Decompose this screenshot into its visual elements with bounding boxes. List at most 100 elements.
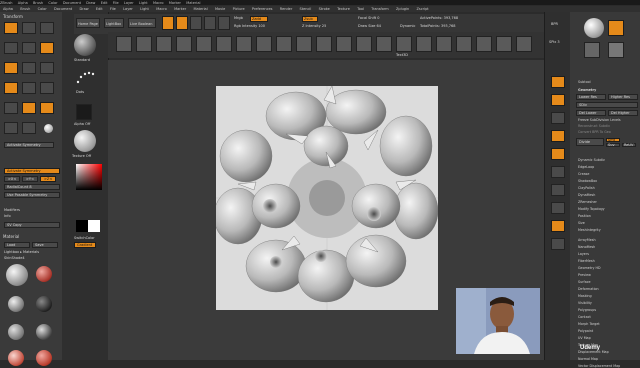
brush-slot-4-icon[interactable] <box>176 36 192 52</box>
brush-slot-5-icon[interactable] <box>196 36 212 52</box>
brush-slot-21-icon[interactable] <box>516 36 532 52</box>
use-posable-button[interactable]: Use Posable Symmetry <box>4 192 60 198</box>
transform-header[interactable]: Transform <box>3 14 23 19</box>
menu-2-render[interactable]: Render <box>280 6 292 12</box>
z-intensity-slider[interactable]: Z Intensity 25 <box>302 24 326 28</box>
snapshot-icon[interactable] <box>22 122 36 134</box>
convert-bpr-button[interactable]: Convert BPR To Geo <box>578 130 611 134</box>
material-matcapgray-thumb[interactable] <box>8 324 24 340</box>
floor-icon[interactable] <box>4 62 18 74</box>
higher-res-button[interactable]: Higher Res <box>608 94 638 100</box>
secondary-color-swatch[interactable] <box>88 220 100 232</box>
polyf-icon[interactable] <box>40 82 54 94</box>
lightbox-button[interactable]: LightBox <box>104 18 124 28</box>
material-current-icon[interactable] <box>74 130 96 152</box>
tool-sphere-thumb[interactable] <box>584 18 604 38</box>
lsym-icon[interactable] <box>4 42 18 54</box>
menu-surface[interactable]: Surface <box>578 280 591 284</box>
zadd-button[interactable]: Zadd <box>250 16 268 22</box>
sym-y-toggle[interactable]: >Y< <box>22 176 38 182</box>
rgb-intensity-slider[interactable]: Rgb Intensity 100 <box>234 24 265 28</box>
brush-slot-8-icon[interactable] <box>256 36 272 52</box>
brush-slot-2-icon[interactable] <box>136 36 152 52</box>
simplebrush-icon[interactable] <box>608 20 624 36</box>
menu-shadowbox[interactable]: ShadowBox <box>578 179 597 183</box>
menu-normal-map[interactable]: Normal Map <box>578 357 598 361</box>
reconstruct-subdiv-button[interactable]: Reconstruct Subdiv <box>578 124 610 128</box>
floor-button[interactable] <box>551 166 565 178</box>
menu-2-light[interactable]: Light <box>140 6 149 12</box>
geometry-header[interactable]: Geometry <box>578 88 596 92</box>
menu-crease[interactable]: Crease <box>578 172 589 176</box>
menu-2-layer[interactable]: Layer <box>123 6 133 12</box>
radial-count-slider[interactable]: RadialCount 8 <box>4 184 60 190</box>
brush-slot-20-icon[interactable] <box>496 36 512 52</box>
ghost-icon[interactable] <box>22 102 36 114</box>
focal-shift-slider[interactable]: Focal Shift 0 <box>358 16 379 20</box>
spix-label[interactable]: SPix 3 <box>549 40 560 44</box>
primary-color-swatch[interactable] <box>76 220 88 232</box>
move-button[interactable] <box>190 16 202 30</box>
smt-toggle[interactable]: Smt <box>606 138 620 142</box>
local-icon[interactable] <box>22 22 36 34</box>
menu-dynamesh[interactable]: DynaMesh <box>578 193 595 197</box>
home-page-button[interactable]: Home Page <box>76 18 100 28</box>
material-sphereenv-thumb[interactable] <box>36 324 52 340</box>
dynamic-toggle[interactable]: Dynamic <box>400 24 415 28</box>
menu-edgeloop[interactable]: EdgeLoop <box>578 165 594 169</box>
bpr-label[interactable]: BPR <box>551 22 558 26</box>
aahalf-button[interactable] <box>551 130 565 142</box>
sphere-icon[interactable] <box>44 124 53 133</box>
rotate-icon[interactable] <box>22 82 36 94</box>
brush-slot-16-icon[interactable] <box>416 36 432 52</box>
menu-zremesher[interactable]: ZRemesher <box>578 200 597 204</box>
material-save-button[interactable]: Save <box>32 242 58 248</box>
menu-2-preferences[interactable]: Preferences <box>252 6 273 12</box>
brush-slot-17-icon[interactable] <box>436 36 452 52</box>
menu-contact[interactable]: Contact <box>578 315 591 319</box>
frame-button[interactable] <box>551 202 565 214</box>
text3d-icon[interactable] <box>396 36 412 52</box>
xyz-icon[interactable] <box>22 42 36 54</box>
rotate-button[interactable] <box>218 16 230 30</box>
menu-masking[interactable]: Masking <box>578 294 592 298</box>
alpha-off-icon[interactable] <box>76 104 92 120</box>
brush-slot-12-icon[interactable] <box>336 36 352 52</box>
menu-preview[interactable]: Preview <box>578 273 591 277</box>
menu-2-texture[interactable]: Texture <box>337 6 350 12</box>
menu-fibermesh[interactable]: FiberMesh <box>578 259 595 263</box>
brush-slot-7-icon[interactable] <box>236 36 252 52</box>
frame-icon[interactable] <box>22 62 36 74</box>
scale-view-button[interactable] <box>551 238 565 250</box>
menu-position[interactable]: Position <box>578 214 591 218</box>
brush-slot-3-icon[interactable] <box>156 36 172 52</box>
menu-2-tool[interactable]: Tool <box>357 6 364 12</box>
tool-thumb-2[interactable] <box>608 42 624 58</box>
brush-slot-14-icon[interactable] <box>376 36 392 52</box>
brush-slot-9-icon[interactable] <box>276 36 292 52</box>
menu-meshintegrity[interactable]: MeshIntegrity <box>578 228 601 232</box>
menu-2-marker[interactable]: Marker <box>174 6 186 12</box>
divide-button[interactable]: Divide <box>576 138 604 146</box>
menu-geometry-hd[interactable]: Geometry HD <box>578 266 601 270</box>
brush-slot-10-icon[interactable] <box>296 36 312 52</box>
material-normalrgb-thumb[interactable] <box>8 350 24 366</box>
sv-copy-button[interactable]: SV Copy <box>4 222 60 228</box>
modifiers-label[interactable]: Modifiers <box>4 208 20 212</box>
mrgb-label[interactable]: Mrgb <box>234 16 243 20</box>
menu-visibility[interactable]: Visibility <box>578 301 592 305</box>
transp-icon[interactable] <box>4 102 18 114</box>
gradient-button[interactable]: Gradient <box>74 242 96 248</box>
menu-2-stroke[interactable]: Stroke <box>319 6 330 12</box>
menu-dynamic-subdiv[interactable]: Dynamic Subdiv <box>578 158 605 162</box>
brush-standard-icon[interactable] <box>74 34 96 56</box>
del-lower-button[interactable]: Del Lower <box>576 110 606 116</box>
lightbox-materials-link[interactable]: Lightbox ▸ Materials <box>4 250 39 254</box>
edit-button[interactable] <box>162 16 174 30</box>
menu-2-macro[interactable]: Macro <box>156 6 167 12</box>
menu-2-zplugin[interactable]: Zplugin <box>396 6 409 12</box>
brush-slot-1-icon[interactable] <box>116 36 132 52</box>
menu-2-zscript[interactable]: Zscript <box>417 6 429 12</box>
material-reflected-thumb[interactable] <box>36 296 52 312</box>
zoom-button[interactable] <box>551 94 565 106</box>
